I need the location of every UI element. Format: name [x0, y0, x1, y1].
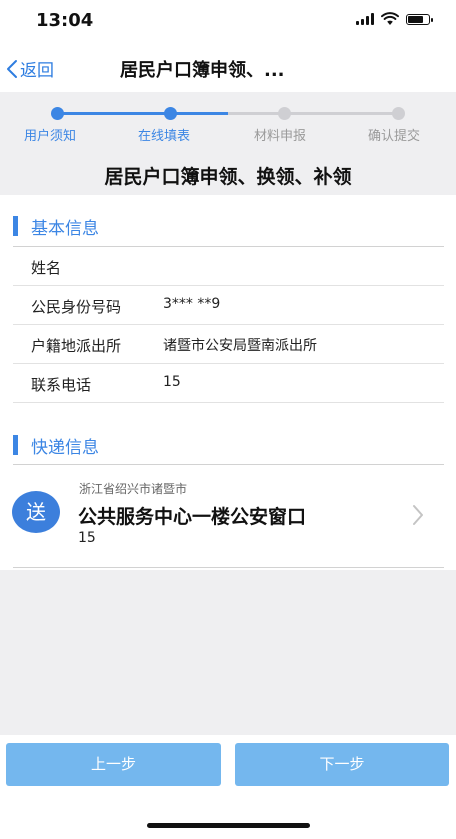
chevron-right-icon	[413, 505, 423, 525]
info-row-phone: 联系电话 15	[13, 364, 444, 403]
back-button[interactable]: 返回	[6, 56, 54, 81]
step-line-pending	[228, 112, 399, 115]
step-dot-2	[164, 107, 177, 120]
back-label: 返回	[20, 61, 54, 81]
form-title-bar: 居民户口簿申领、换领、补领	[0, 152, 456, 195]
step-progress: 用户须知 在线填表 材料申报 确认提交	[0, 92, 456, 152]
home-indicator	[147, 823, 310, 828]
section-marker	[13, 435, 18, 455]
info-value: 3*** **9	[163, 296, 221, 312]
express-address-card[interactable]: 送 浙江省绍兴市诸暨市 公共服务中心一楼公安窗口 15	[0, 466, 456, 566]
step-label-4: 确认提交	[368, 129, 421, 144]
step-line-done	[57, 112, 170, 115]
info-row-name: 姓名	[13, 247, 444, 286]
next-step-button[interactable]: 下一步	[235, 743, 449, 786]
status-time: 13:04	[36, 10, 94, 31]
express-info-header: 快递信息	[13, 434, 99, 458]
info-row-police-station: 户籍地派出所 诸暨市公安局暨南派出所	[13, 325, 444, 364]
express-contact: 15	[78, 530, 96, 546]
chevron-left-icon	[7, 59, 17, 78]
step-label-3: 材料申报	[254, 129, 307, 144]
basic-info-header: 基本信息	[13, 215, 99, 239]
info-row-id-number: 公民身份号码 3*** **9	[13, 286, 444, 325]
step-dot-1	[51, 107, 64, 120]
section-marker	[13, 216, 18, 236]
info-label: 公民身份号码	[31, 298, 122, 316]
step-dot-3	[278, 107, 291, 120]
empty-area	[0, 570, 456, 735]
step-line-active	[170, 112, 228, 115]
step-label-1: 用户须知	[24, 129, 77, 144]
express-place: 公共服务中心一楼公安窗口	[78, 506, 307, 528]
status-bar: 13:04	[0, 0, 456, 44]
delivery-badge: 送	[12, 491, 60, 533]
wifi-icon	[381, 12, 399, 25]
info-value: 诸暨市公安局暨南派出所	[163, 338, 317, 354]
express-info-title: 快递信息	[31, 437, 99, 458]
nav-bar: 返回 居民户口簿申领、...	[0, 44, 456, 92]
prev-step-button[interactable]: 上一步	[6, 743, 221, 786]
info-label: 姓名	[31, 259, 62, 277]
divider	[13, 567, 444, 568]
status-icons	[356, 12, 433, 26]
info-value: 15	[163, 374, 181, 390]
step-dot-4	[392, 107, 405, 120]
basic-info-title: 基本信息	[31, 218, 99, 239]
divider	[13, 464, 444, 465]
info-label: 联系电话	[31, 376, 92, 394]
info-label: 户籍地派出所	[31, 337, 122, 355]
step-label-2: 在线填表	[138, 129, 191, 144]
express-region: 浙江省绍兴市诸暨市	[79, 482, 188, 496]
battery-icon	[406, 13, 433, 25]
form-title: 居民户口簿申领、换领、补领	[104, 166, 352, 188]
signal-icon	[356, 13, 374, 25]
page-title: 居民户口簿申领、...	[120, 60, 285, 81]
footer: 上一步 下一步	[0, 735, 456, 839]
